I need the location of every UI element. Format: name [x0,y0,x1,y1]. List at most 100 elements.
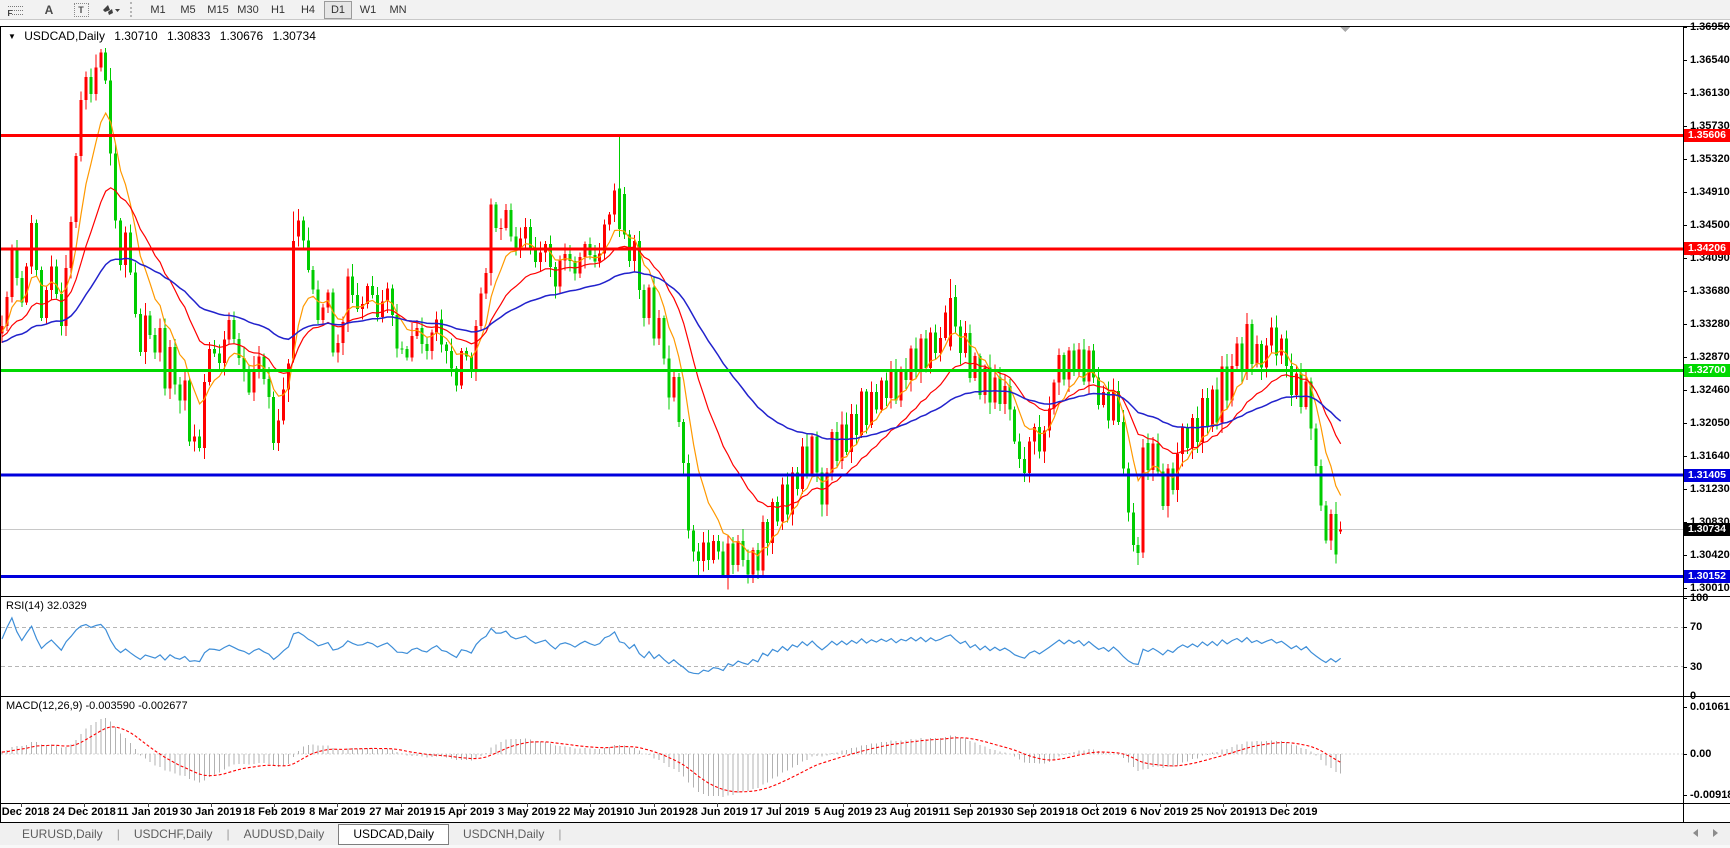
date-tick [463,803,465,807]
date-label: 3 May 2019 [497,806,557,818]
axis-tick [1683,489,1687,491]
axis-tick [1683,125,1687,127]
low-value: 1.30676 [219,29,264,43]
symbol-period-label: USDCAD,Daily [24,29,105,43]
chart-title[interactable]: ▼ USDCAD,Daily 1.30710 1.30833 1.30676 1… [8,29,316,43]
date-tick [84,803,86,807]
rsi-label: RSI(14) 32.0329 [6,600,87,612]
date-label: 25 Nov 2019 [1190,806,1255,818]
macd-tick-label: 0.010615 [1690,700,1730,713]
price-tick-label: 1.31640 [1690,450,1730,463]
date-tick [1096,803,1098,807]
axis-tick [1683,356,1687,358]
axis-tick [1683,696,1687,697]
date-label: 10 Jun 2019 [622,806,685,818]
price-tick-label: 1.36130 [1690,87,1730,100]
axis-tick [1683,706,1687,708]
price-tick-label: 1.34500 [1690,219,1730,232]
date-tick [590,803,592,807]
price-tick-label: 1.36950 [1690,21,1730,33]
level-price-badge: 1.30152 [1684,569,1730,583]
level-price-badge: 1.32700 [1684,364,1730,378]
date-label: 15 Apr 2019 [433,806,495,818]
price-tick-label: 1.35320 [1690,152,1730,165]
price-tick-label: 1.32870 [1690,350,1730,363]
axis-tick [1683,291,1687,293]
date-label: 30 Sep 2019 [1001,806,1065,818]
axis-tick [1683,627,1687,629]
axis-tick [1683,598,1687,599]
date-tick [210,803,212,807]
mt4-window: F A T M1 M5 M15 M30 H1 H4 D1 W1 MN ▼ USDCAD,Da [0,0,1730,848]
date-label: 6 Nov 2019 [1130,806,1189,818]
collapse-triangle-icon[interactable]: ▼ [8,32,16,41]
date-tick [780,803,781,807]
axis-tick [1683,666,1687,668]
axis-tick [1683,158,1687,160]
tab-eurusd-daily[interactable]: EURUSD,Daily [8,824,117,844]
price-tick-label: 1.34910 [1690,185,1730,198]
close-value: 1.30734 [272,29,316,43]
date-tick [1286,803,1287,807]
price-tick-label: 1.33280 [1690,317,1730,330]
date-label: 24 Dec 2018 [52,806,116,818]
macd-tick-label: -0.009181 [1690,788,1730,801]
tab-separator: | [558,827,562,841]
date-label: 27 Mar 2019 [369,806,432,818]
date-tick [337,803,339,807]
axis-tick [1683,191,1687,193]
axis-tick [1683,225,1687,227]
macd-tick-label: 0.00 [1690,748,1712,760]
tab-usdcnh-daily[interactable]: USDCNH,Daily [449,824,558,844]
price-tick-label: 1.31230 [1690,483,1730,496]
chart-canvas[interactable] [0,0,1684,823]
date-tick [527,803,528,807]
axis-tick [1683,389,1687,391]
level-price-badge: 1.31405 [1684,468,1730,482]
axis-tick [1683,323,1687,325]
date-tick [969,803,971,807]
axis-tick [1683,587,1687,589]
open-value: 1.30710 [114,29,158,43]
axis-tick [1683,93,1687,95]
date-label: 18 Feb 2019 [242,806,306,818]
high-value: 1.30833 [167,29,211,43]
current-price-badge: 1.30734 [1684,522,1730,536]
date-label: 23 Aug 2019 [874,806,939,818]
tab-usdcad-daily[interactable]: USDCAD,Daily [338,824,449,845]
axis-tick [1683,794,1687,796]
date-tick [1033,803,1034,807]
level-price-badge: 1.35606 [1684,129,1730,143]
axis-tick [1683,423,1687,425]
tab-scroll-right-icon[interactable] [1713,829,1718,837]
date-tick [843,803,845,807]
tab-usdchf-daily[interactable]: USDCHF,Daily [120,824,227,844]
date-tick [1222,803,1224,807]
date-label: 13 Dec 2019 [1254,806,1318,818]
date-tick [147,803,149,807]
level-price-badge: 1.34206 [1684,242,1730,256]
axis-tick [1683,27,1687,28]
date-label: 28 Jun 2019 [685,806,748,818]
axis-tick [1683,258,1687,260]
axis-tick [1683,554,1687,556]
date-label: 22 May 2019 [558,806,623,818]
date-tick [400,803,402,807]
rsi-tick-label: 70 [1690,621,1703,634]
date-label: 8 Mar 2019 [309,806,366,818]
date-tick [906,803,908,807]
rsi-tick-label: 100 [1690,592,1709,604]
axis-tick [1683,60,1687,62]
date-tick [653,803,655,807]
price-tick-label: 1.32460 [1690,383,1730,396]
price-tick-label: 1.33680 [1690,285,1730,298]
date-tick [716,803,718,807]
rsi-tick-label: 30 [1690,660,1703,673]
date-label: 11 Jan 2019 [116,806,179,818]
tab-scroll-left-icon[interactable] [1693,829,1698,837]
tab-audusd-daily[interactable]: AUDUSD,Daily [230,824,339,844]
date-label: 17 Jul 2019 [750,806,810,818]
date-label: 30 Jan 2019 [179,806,242,818]
price-tick-label: 1.32050 [1690,417,1730,430]
price-tick-label: 1.30420 [1690,548,1730,561]
